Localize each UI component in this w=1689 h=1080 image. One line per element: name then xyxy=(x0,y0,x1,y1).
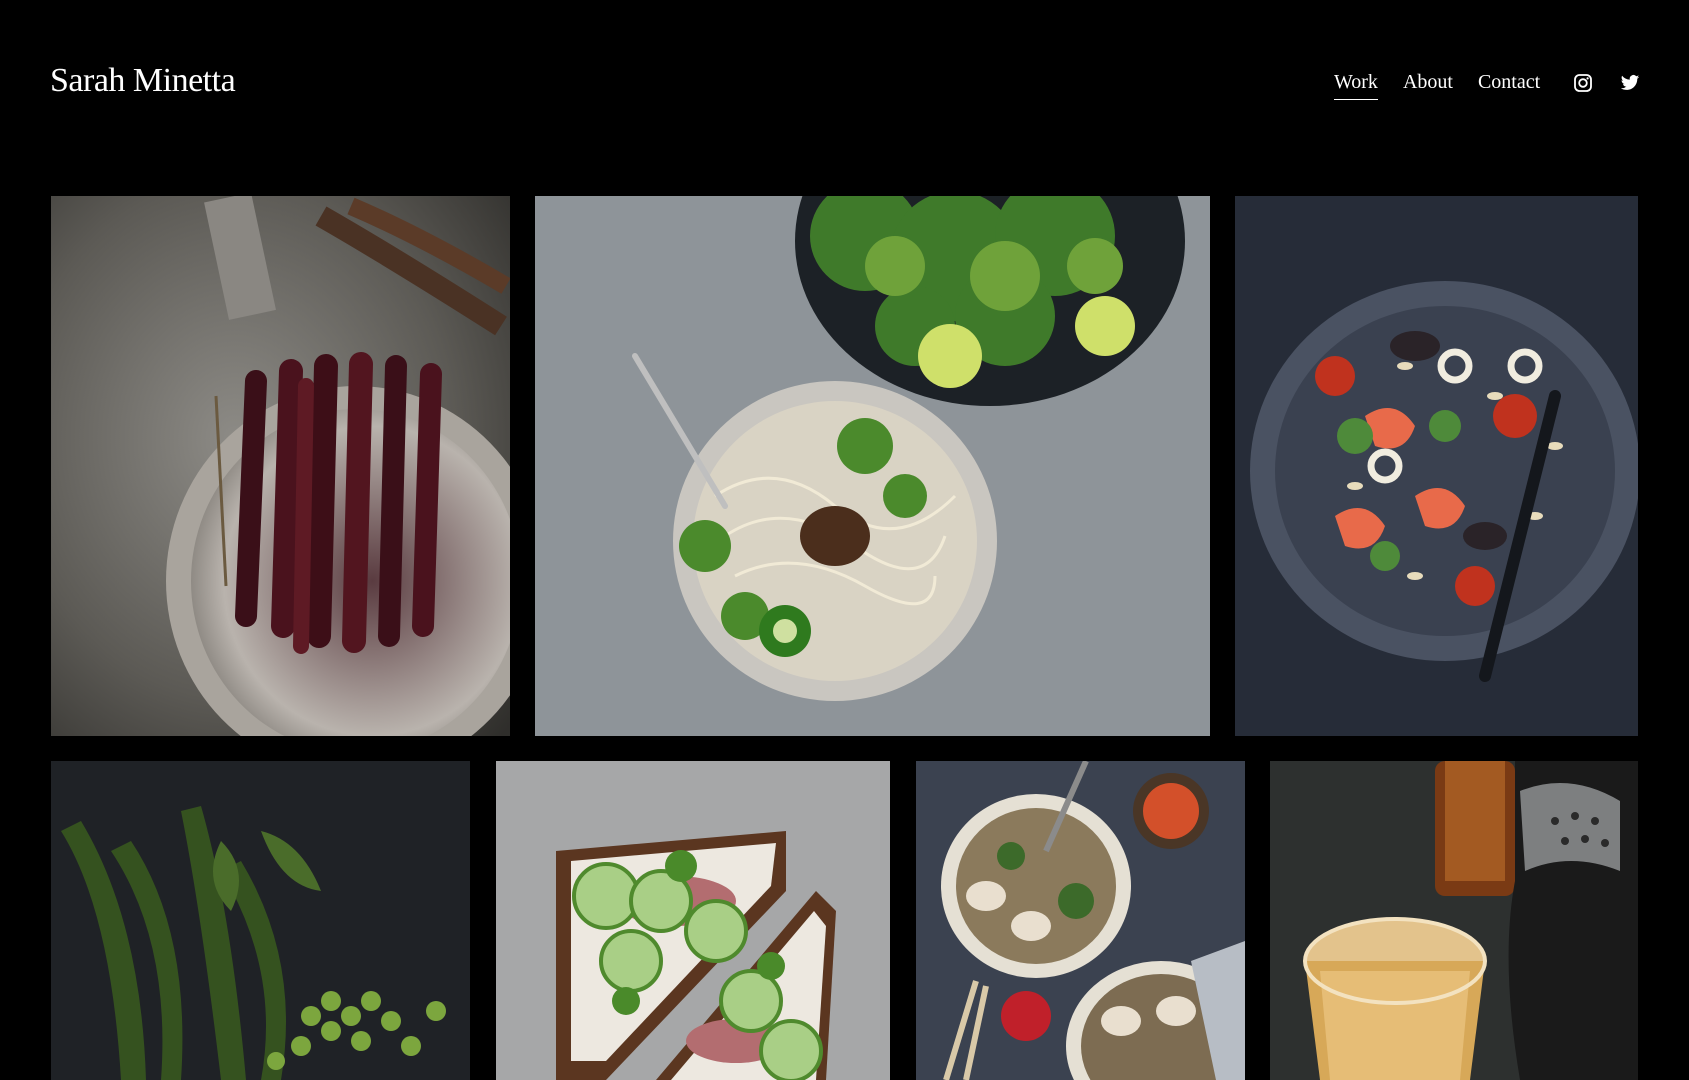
gallery-item-soba-soup[interactable] xyxy=(916,761,1245,1080)
noodle-soup-photo xyxy=(535,196,1210,736)
site-header: Sarah Minetta Work About Contact xyxy=(0,0,1689,160)
open-sandwiches-photo xyxy=(496,761,890,1080)
seafood-orzo-photo xyxy=(1235,196,1638,736)
nav-item-about[interactable]: About xyxy=(1403,68,1453,100)
site-title[interactable]: Sarah Minetta xyxy=(50,60,236,102)
green-beans-photo xyxy=(51,761,470,1080)
twitter-link[interactable] xyxy=(1620,73,1640,93)
soba-soup-photo xyxy=(916,761,1245,1080)
main-nav: Work About Contact xyxy=(1334,68,1540,100)
gallery-item-open-sandwiches[interactable] xyxy=(496,761,890,1080)
gallery-item-amber-cocktail[interactable] xyxy=(1270,761,1638,1080)
gallery-item-carrots[interactable] xyxy=(51,196,510,736)
gallery-item-noodle-soup[interactable] xyxy=(535,196,1210,736)
instagram-icon xyxy=(1574,74,1592,92)
instagram-link[interactable] xyxy=(1573,73,1593,93)
nav-item-work[interactable]: Work xyxy=(1334,68,1378,100)
carrots-photo xyxy=(51,196,510,736)
nav-item-contact[interactable]: Contact xyxy=(1478,68,1540,100)
amber-cocktail-photo xyxy=(1270,761,1638,1080)
twitter-icon xyxy=(1620,75,1640,90)
gallery-item-green-beans[interactable] xyxy=(51,761,470,1080)
gallery-item-seafood-orzo[interactable] xyxy=(1235,196,1638,736)
social-links xyxy=(1573,73,1640,93)
